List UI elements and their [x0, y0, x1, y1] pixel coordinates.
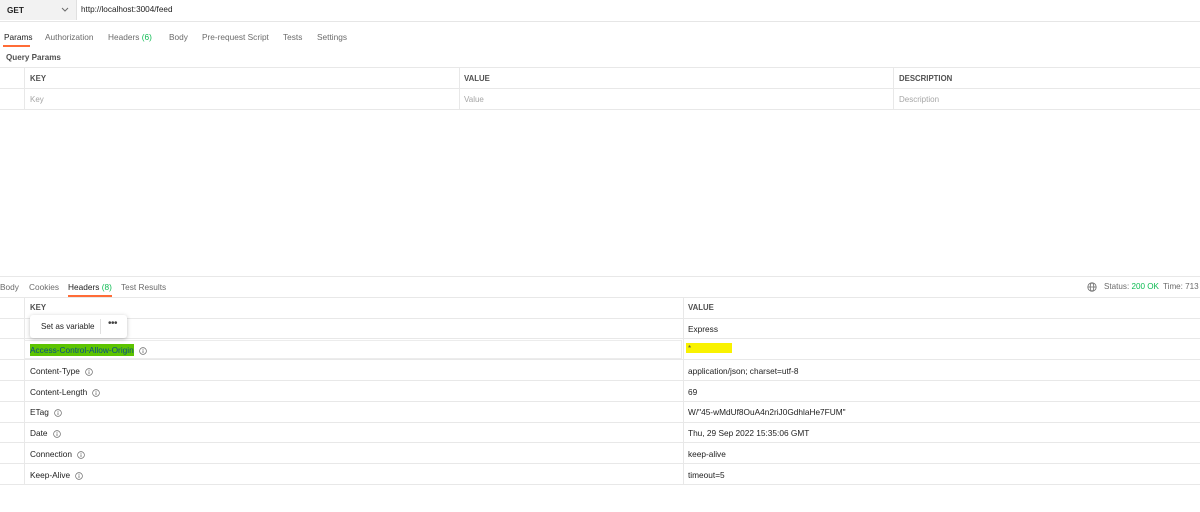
header-key-label: Connection — [30, 449, 72, 459]
request-bar — [0, 0, 1200, 22]
info-icon[interactable] — [52, 430, 61, 438]
header-key-label: ETag — [30, 407, 49, 417]
info-icon[interactable] — [85, 368, 93, 376]
info-icon[interactable] — [77, 451, 85, 459]
url-input[interactable]: http://localhost:3004/feed — [81, 5, 173, 14]
header-key-label: Keep-Alive — [30, 470, 71, 480]
table-divider — [0, 88, 1200, 89]
table-divider — [0, 318, 1200, 319]
column-divider — [893, 67, 894, 109]
response-tab-cookies-label: Cookies — [29, 282, 59, 292]
tab-settings[interactable]: Settings — [317, 32, 347, 42]
table-divider — [0, 401, 1200, 402]
tab-headers-label: Headers — [108, 32, 140, 42]
response-tab-cookies[interactable]: Cookies — [29, 282, 59, 292]
header-key-label: Content-Length — [30, 387, 88, 397]
response-divider — [0, 276, 1200, 277]
value-highlight — [686, 343, 732, 353]
header-value-content-type: application/json; charset=utf-8 — [688, 366, 799, 376]
table-divider — [0, 463, 1200, 464]
tab-tests[interactable]: Tests — [283, 32, 302, 42]
tab-authorization-label: Authorization — [45, 32, 94, 42]
header-key-content-length: Content-Length — [30, 387, 100, 397]
response-tab-test-results[interactable]: Test Results — [121, 282, 166, 292]
header-value-x-powered-by: Express — [688, 324, 718, 334]
param-key-input[interactable]: Key — [30, 95, 44, 104]
table-divider — [0, 380, 1200, 381]
method-label: GET — [7, 6, 24, 15]
table-divider — [0, 442, 1200, 443]
header-value-etag: W/"45-wMdUf8OuA4n2riJ0GdhlaHe7FUM" — [688, 407, 846, 417]
table-divider — [0, 67, 1200, 68]
table-divider — [0, 422, 1200, 423]
header-key-etag: ETag — [30, 407, 62, 417]
header-key-access-control-allow-origin[interactable]: Access-Control-Allow-Origin — [30, 344, 147, 356]
tab-params[interactable]: Params — [4, 32, 33, 42]
column-divider — [24, 297, 25, 484]
status-value: 200 OK — [1131, 282, 1159, 291]
table-divider — [0, 484, 1200, 485]
table-divider — [0, 359, 1200, 360]
response-tab-headers[interactable]: Headers (8) — [68, 282, 112, 292]
header-value-access-control-allow-origin: * — [688, 344, 692, 353]
response-tab-headers-count: (8) — [101, 282, 112, 292]
more-options-icon[interactable]: ••• — [108, 318, 118, 329]
tab-params-label: Params — [4, 32, 33, 42]
tab-body[interactable]: Body — [169, 32, 188, 42]
info-icon[interactable] — [54, 409, 62, 417]
tab-body-label: Body — [169, 32, 188, 42]
response-tab-body-label: Body — [0, 282, 19, 292]
tab-pre-request-script-label: Pre-request Script — [202, 32, 269, 42]
response-time: Time: 713 r — [1163, 282, 1200, 291]
column-header-key: KEY — [30, 303, 47, 312]
query-params-title: Query Params — [6, 53, 61, 62]
header-value-keep-alive: timeout=5 — [688, 470, 725, 480]
table-divider — [0, 338, 1200, 339]
column-header-value: VALUE — [688, 303, 714, 312]
column-divider — [24, 67, 25, 109]
column-divider — [683, 297, 684, 484]
method-select[interactable]: GET — [0, 0, 77, 20]
tab-pre-request-script[interactable]: Pre-request Script — [202, 32, 269, 42]
info-icon[interactable] — [138, 347, 147, 355]
header-value-date: Thu, 29 Sep 2022 15:35:06 GMT — [688, 428, 810, 438]
param-description-input[interactable]: Description — [899, 95, 939, 104]
status-label: Status: — [1104, 282, 1130, 291]
header-key-connection: Connection — [30, 449, 85, 459]
column-header-value: VALUE — [464, 74, 490, 83]
response-tab-body[interactable]: Body — [0, 282, 19, 292]
header-value-content-length: 69 — [688, 387, 698, 397]
response-tab-test-results-label: Test Results — [121, 282, 167, 292]
header-value-connection: keep-alive — [688, 449, 726, 459]
active-tab-indicator — [3, 45, 30, 47]
selected-text: Access-Control-Allow-Origin — [30, 344, 134, 356]
tab-settings-label: Settings — [317, 32, 347, 42]
header-key-keep-alive: Keep-Alive — [30, 470, 83, 480]
info-icon[interactable] — [75, 472, 83, 480]
info-icon[interactable] — [92, 389, 100, 397]
header-key-content-type: Content-Type — [30, 366, 93, 376]
column-header-description: DESCRIPTION — [899, 74, 953, 83]
chevron-down-icon[interactable] — [60, 3, 70, 15]
column-header-key: KEY — [30, 74, 47, 83]
header-key-label: Date — [30, 428, 48, 438]
header-key-label: Content-Type — [30, 366, 80, 376]
response-tab-headers-label: Headers — [68, 282, 100, 292]
column-divider — [459, 67, 460, 109]
table-divider — [0, 297, 1200, 298]
table-divider — [0, 109, 1200, 110]
param-value-input[interactable]: Value — [464, 95, 484, 104]
set-as-variable-popover: Set as variable ••• — [30, 315, 127, 338]
tab-headers[interactable]: Headers (6) — [108, 32, 152, 42]
tab-authorization[interactable]: Authorization — [45, 32, 93, 42]
response-status: Status: 200 OK — [1104, 282, 1159, 291]
set-as-variable-button[interactable]: Set as variable — [41, 322, 95, 331]
header-key-date: Date — [30, 428, 61, 438]
tab-headers-count: (6) — [141, 32, 152, 42]
globe-icon[interactable] — [1087, 282, 1097, 292]
tab-tests-label: Tests — [283, 32, 303, 42]
popover-divider — [100, 319, 101, 334]
